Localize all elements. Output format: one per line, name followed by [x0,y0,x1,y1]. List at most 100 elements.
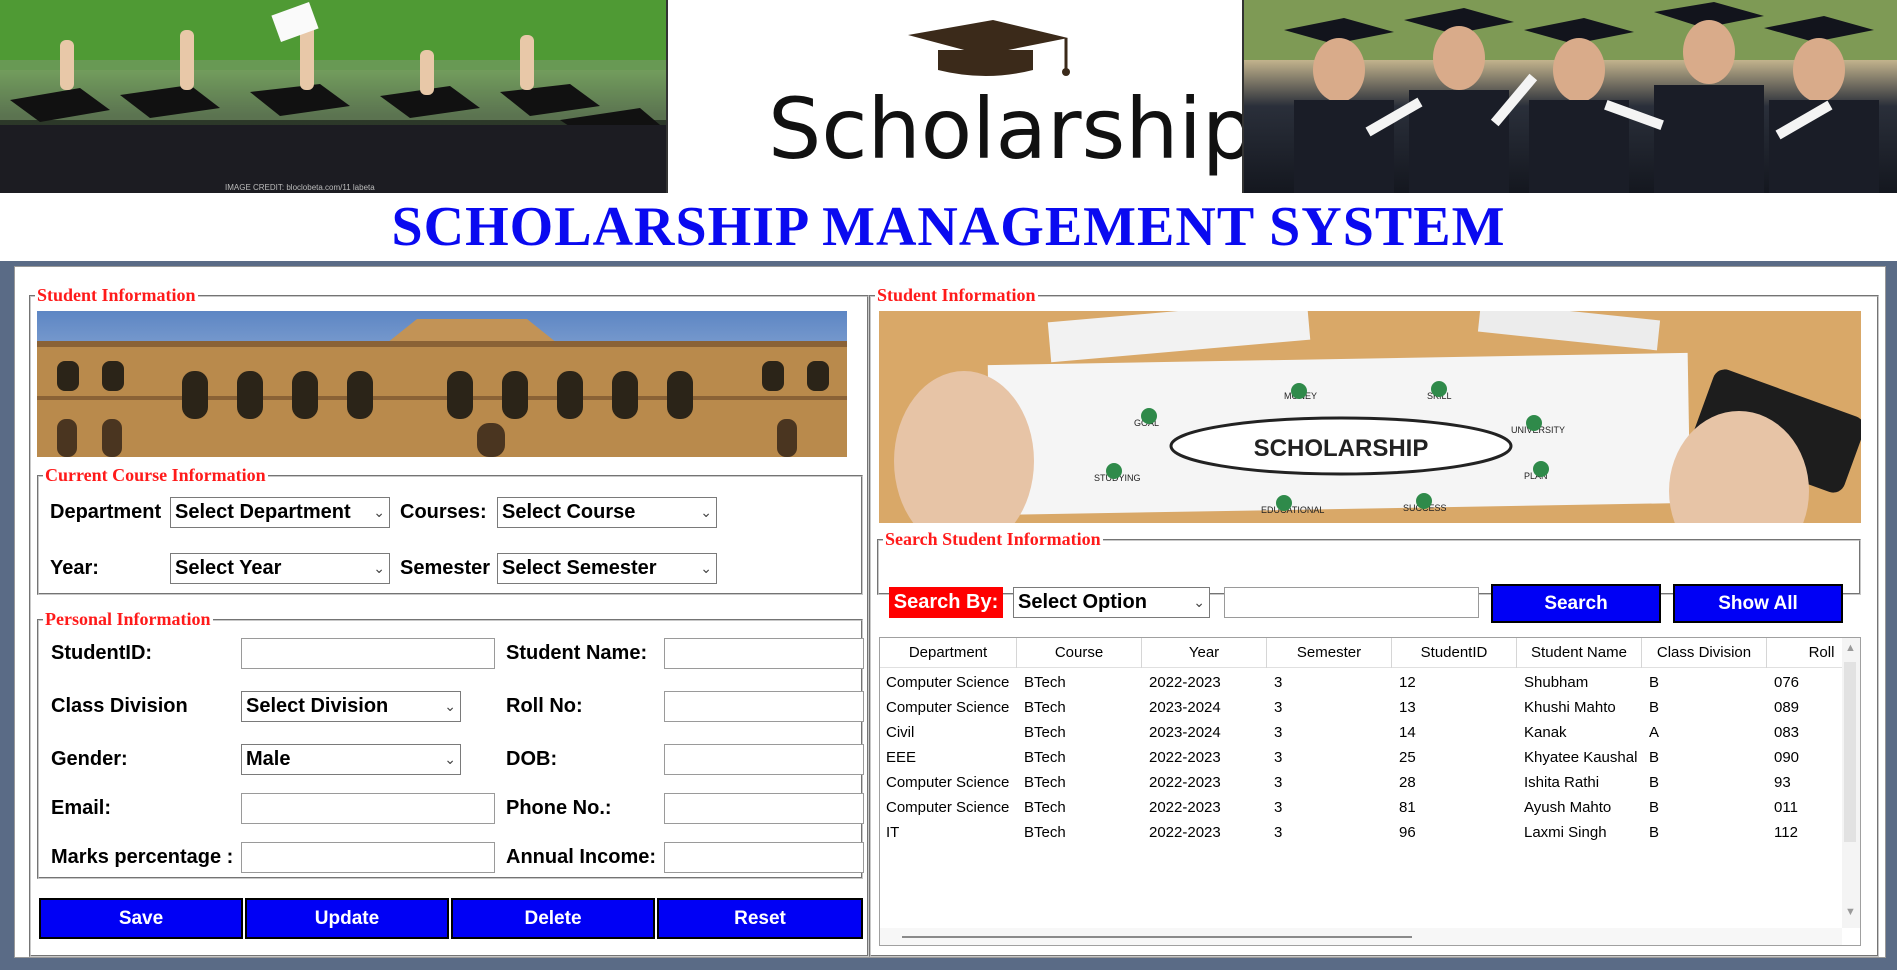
search-button[interactable]: Search [1491,584,1661,623]
dob-label: DOB: [506,748,558,770]
annual-income-input[interactable] [664,842,864,873]
phone-input[interactable] [664,793,864,824]
table-cell: B [1649,799,1660,816]
table-cell: 25 [1399,749,1416,766]
reset-button[interactable]: Reset [657,898,863,939]
table-cell: BTech [1024,699,1066,716]
vertical-scrollbar[interactable]: ▲ ▼ [1842,638,1860,928]
column-header-semester[interactable]: Semester [1267,638,1392,668]
table-cell: 14 [1399,724,1416,741]
students-table[interactable]: Department Course Year Semester StudentI… [879,637,1861,946]
department-label: Department [50,501,162,523]
horizontal-scroll-thumb[interactable] [902,936,1412,938]
scholarship-concept-image: SCHOLARSHIP MONEY SKILL GOAL UNIVERSITY … [879,311,1861,523]
table-cell: Computer Science [886,799,1010,816]
table-cell: 076 [1774,674,1800,691]
table-cell: 3 [1274,699,1283,716]
column-header-course[interactable]: Course [1017,638,1142,668]
graduates-celebrating-image: IMAGE CREDIT: bloclobeta.com/11 labeta [0,0,666,193]
student-id-label: StudentID: [51,642,153,664]
delete-button[interactable]: Delete [451,898,655,939]
phone-label: Phone No.: [506,797,612,819]
table-cell: Ishita Rathi [1524,774,1600,791]
scroll-down-arrow-icon[interactable]: ▼ [1845,906,1856,918]
table-row[interactable]: IT BTech 2022-2023 3 96 Laxmi Singh B 112 [880,821,1842,846]
table-row[interactable]: EEE BTech 2022-2023 3 25 Khyatee Kaushal B 090 [880,746,1842,771]
marks-percentage-input[interactable] [241,842,495,873]
table-header: Department Course Year Semester StudentI… [880,638,1842,668]
table-row[interactable]: Computer Science BTech 2022-2023 3 81 Ayush M… [880,796,1842,821]
save-button[interactable]: Save [39,898,243,939]
class-division-label: Class Division [51,695,188,717]
table-cell: 090 [1774,749,1800,766]
student-id-input[interactable] [241,638,495,669]
table-cell: BTech [1024,824,1066,841]
table-cell: 3 [1274,799,1283,816]
scholarship-image-text: SCHOLARSHIP [1254,435,1429,462]
student-name-input[interactable] [664,638,864,669]
table-cell: A [1649,724,1660,741]
table-row[interactable]: Computer Science BTech 2022-2023 3 12 Shubham… [880,671,1842,696]
app-title: SCHOLARSHIP MANAGEMENT SYSTEM [391,196,1506,258]
column-header-department[interactable]: Department [880,638,1017,668]
dob-input[interactable] [664,744,864,775]
department-select-value: Select Department [175,501,351,523]
search-option-select[interactable]: Select Option ⌄ [1013,587,1210,618]
table-cell: B [1649,824,1660,841]
table-cell: BTech [1024,774,1066,791]
department-select[interactable]: Select Department ⌄ [170,497,390,528]
horizontal-scrollbar[interactable] [880,928,1842,945]
year-select[interactable]: Select Year ⌄ [170,553,390,584]
email-input[interactable] [241,793,495,824]
email-label: Email: [51,797,112,819]
show-all-button[interactable]: Show All [1673,584,1843,623]
table-cell: 3 [1274,724,1283,741]
course-select[interactable]: Select Course ⌄ [497,497,717,528]
table-cell: 011 [1774,799,1798,816]
courses-label: Courses: [400,501,487,523]
table-cell: IT [886,824,900,841]
gender-select[interactable]: Male ⌄ [241,744,461,775]
table-cell: 13 [1399,699,1416,716]
search-legend: Search Student Information [885,529,1101,549]
table-cell: 3 [1274,749,1283,766]
class-division-select-value: Select Division [246,695,389,717]
class-division-select[interactable]: Select Division ⌄ [241,691,461,722]
annual-income-label: Annual Income: [506,846,657,868]
table-cell: Computer Science [886,774,1010,791]
table-cell: 2022-2023 [1149,674,1221,691]
table-cell: BTech [1024,749,1066,766]
table-cell: 083 [1774,724,1800,741]
college-building-image [37,311,847,457]
search-input[interactable] [1224,587,1479,618]
table-cell: 112 [1774,824,1798,841]
update-button[interactable]: Update [245,898,449,939]
main-window: Student Information Current Course Infor… [14,266,1886,958]
table-cell: B [1649,774,1660,791]
roll-no-input[interactable] [664,691,864,722]
roll-no-label: Roll No: [506,695,583,717]
table-cell: B [1649,749,1660,766]
chevron-down-icon: ⌄ [700,560,712,576]
scroll-up-arrow-icon[interactable]: ▲ [1845,642,1856,654]
table-cell: B [1649,699,1660,716]
scroll-thumb[interactable] [1844,662,1856,842]
scholarship-logo-text: Scholarship [768,80,1244,178]
table-cell: 2023-2024 [1149,724,1221,741]
column-header-year[interactable]: Year [1142,638,1267,668]
table-cell: BTech [1024,799,1066,816]
table-cell: 2022-2023 [1149,749,1221,766]
marks-percentage-label: Marks percentage : [51,846,234,868]
table-row[interactable]: Civil BTech 2023-2024 3 14 Kanak A 083 [880,721,1842,746]
table-row[interactable]: Computer Science BTech 2022-2023 3 28 Ishita … [880,771,1842,796]
table-cell: 2022-2023 [1149,824,1221,841]
table-cell: EEE [886,749,917,766]
column-header-class-division[interactable]: Class Division [1642,638,1767,668]
course-select-value: Select Course [502,501,636,523]
year-select-value: Select Year [175,557,282,579]
table-cell: 2022-2023 [1149,799,1221,816]
semester-select[interactable]: Select Semester ⌄ [497,553,717,584]
column-header-student-name[interactable]: Student Name [1517,638,1642,668]
column-header-student-id[interactable]: StudentID [1392,638,1517,668]
table-row[interactable]: Computer Science BTech 2023-2024 3 13 Khushi … [880,696,1842,721]
